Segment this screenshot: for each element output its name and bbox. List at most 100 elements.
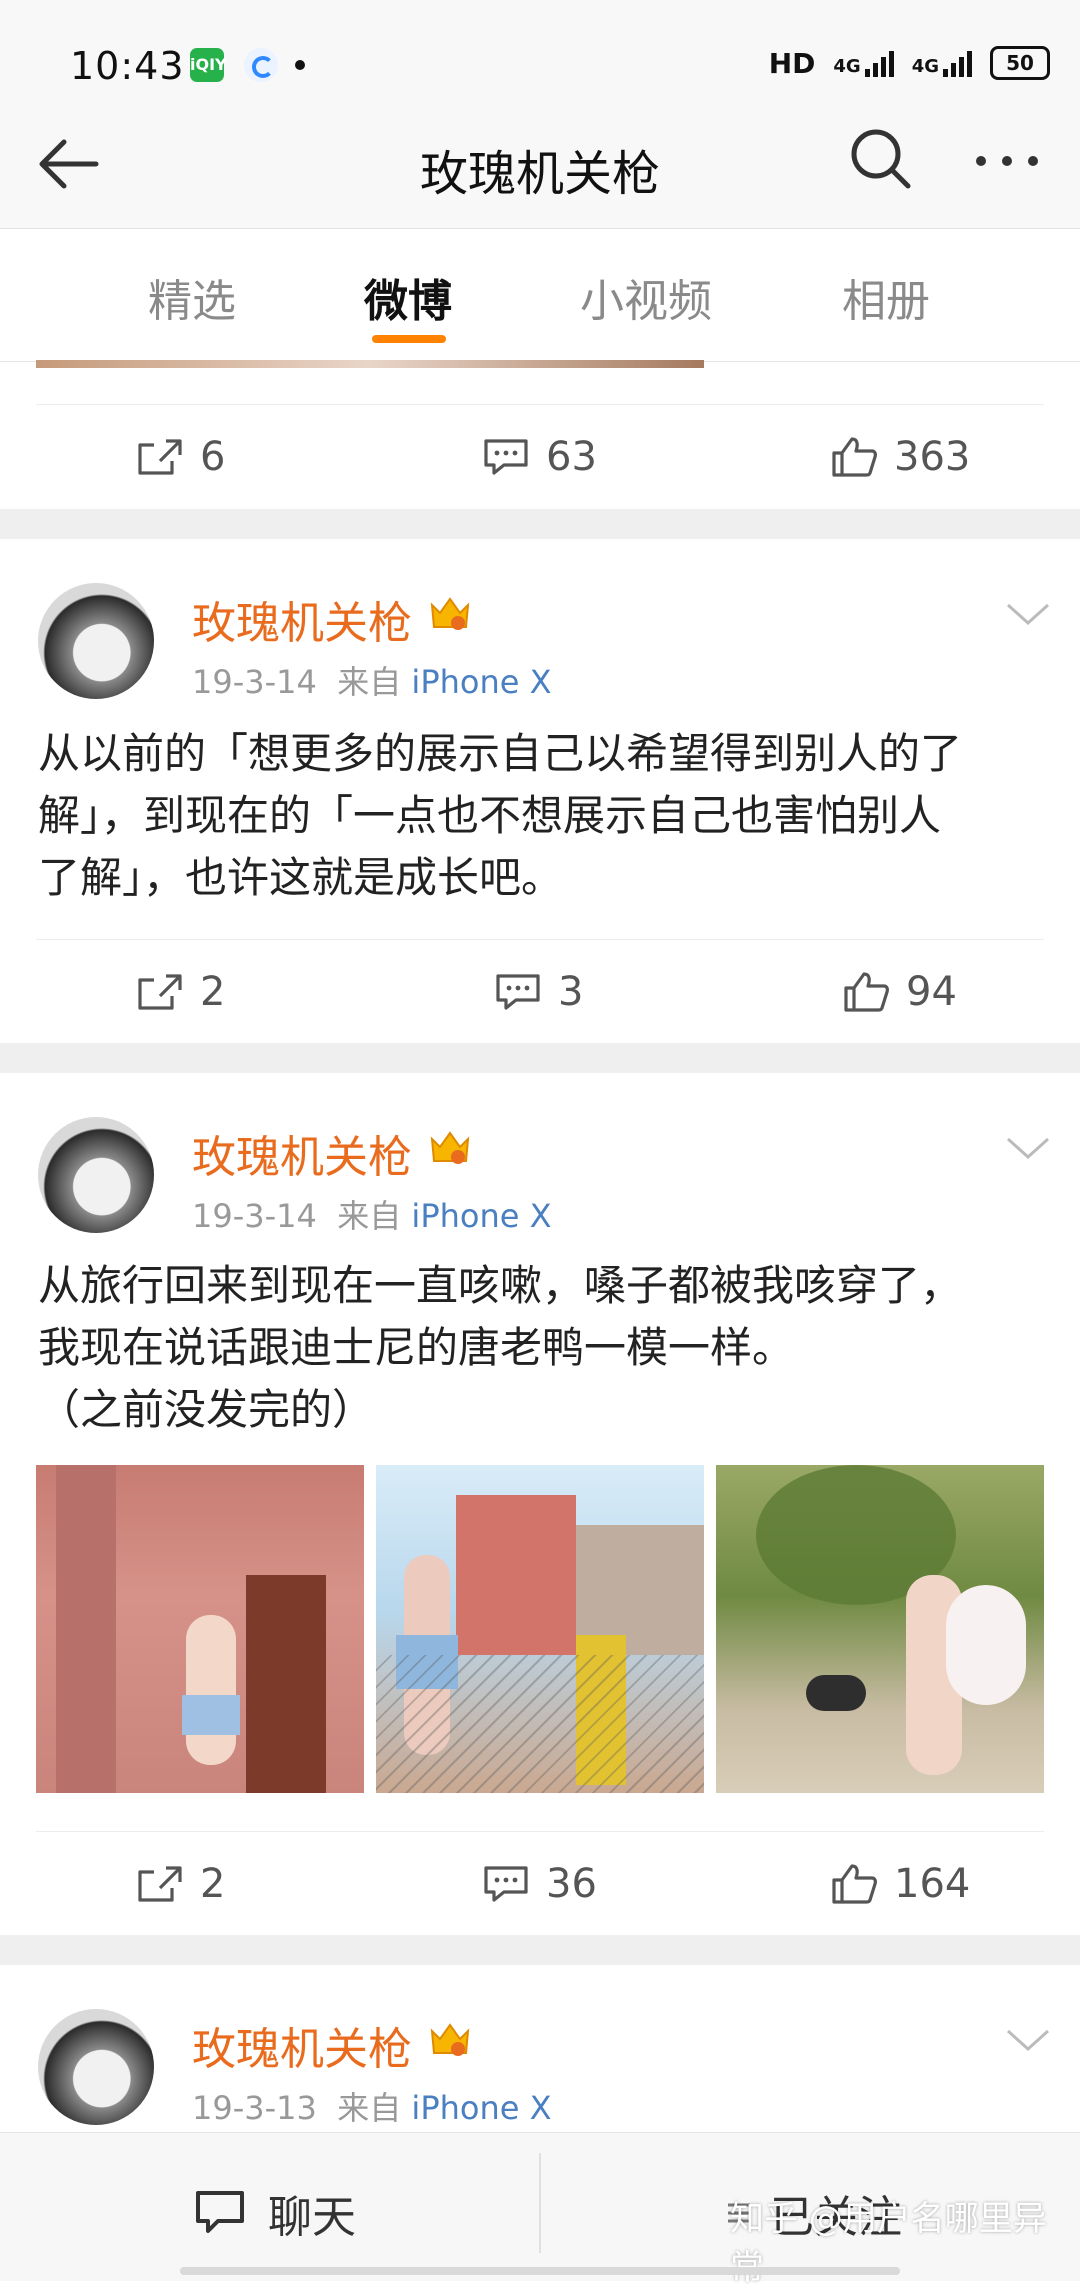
comment-count: 36 bbox=[546, 1861, 597, 1907]
comment-icon bbox=[484, 439, 528, 475]
comment-icon bbox=[484, 1866, 528, 1902]
like-button[interactable]: 363 bbox=[830, 405, 970, 509]
avatar[interactable] bbox=[38, 2009, 154, 2125]
vip-crown-icon bbox=[430, 2023, 470, 2056]
search-icon[interactable] bbox=[846, 124, 916, 194]
repost-icon bbox=[138, 1866, 182, 1902]
vip-crown-icon bbox=[430, 597, 470, 630]
comment-button[interactable]: 63 bbox=[482, 405, 597, 509]
status-time: 10:43 bbox=[70, 44, 185, 88]
tab-weibo[interactable]: 微博 bbox=[364, 265, 452, 329]
post-card[interactable]: 玫瑰机关枪 19-3-14 来自 iPhone X 从旅行回来到现在一直咳嗽，嗓… bbox=[0, 1073, 1080, 1935]
author-name[interactable]: 玫瑰机关枪 bbox=[192, 1121, 412, 1185]
like-icon bbox=[832, 437, 877, 477]
like-icon bbox=[832, 1864, 877, 1904]
repost-button[interactable]: 2 bbox=[136, 940, 225, 1044]
photo-grid bbox=[36, 1465, 1044, 1793]
author-name[interactable]: 玫瑰机关枪 bbox=[192, 2013, 412, 2077]
hd-label: HD bbox=[768, 46, 816, 80]
like-count: 94 bbox=[906, 969, 957, 1015]
source-label: 来自 bbox=[337, 1197, 402, 1235]
chevron-down-icon[interactable] bbox=[1006, 603, 1050, 627]
signal-1-icon: 4G bbox=[833, 49, 894, 77]
status-indicators: HD 4G 4G 50 bbox=[769, 46, 1050, 80]
top-app-bar: 玫瑰机关枪 bbox=[0, 100, 1080, 229]
post-separator bbox=[0, 509, 1080, 539]
previous-post-image-edge bbox=[36, 360, 704, 368]
post-date: 19-3-14 bbox=[192, 663, 317, 701]
post-photo[interactable] bbox=[376, 1465, 704, 1793]
like-count: 164 bbox=[894, 1861, 971, 1907]
post-text: 从旅行回来到现在一直咳嗽，嗓子都被我咳穿了， 我现在说话跟迪士尼的唐老鸭一模一样… bbox=[38, 1255, 1042, 1441]
divider bbox=[539, 2153, 541, 2253]
post-text-line: 从以前的「想更多的展示自己以希望得到别人的了 bbox=[38, 729, 963, 778]
signal-1-label: 4G bbox=[833, 56, 861, 77]
tab-short-video[interactable]: 小视频 bbox=[580, 265, 712, 329]
iqiyi-app-icon: iQIY bbox=[190, 48, 227, 82]
like-button[interactable]: 94 bbox=[842, 940, 957, 1044]
like-icon bbox=[844, 972, 889, 1012]
post-text-line: 了解」，也许这就是成长吧。 bbox=[38, 853, 564, 902]
chat-label: 聊天 bbox=[268, 2192, 356, 2243]
repost-count: 2 bbox=[200, 969, 226, 1015]
browser-app-icon bbox=[244, 48, 278, 82]
post-photo[interactable] bbox=[36, 1465, 364, 1793]
repost-count: 2 bbox=[200, 1861, 226, 1907]
post-meta: 19-3-13 来自 iPhone X bbox=[192, 2083, 552, 2129]
post-meta: 19-3-14 来自 iPhone X bbox=[192, 1191, 552, 1237]
more-options-icon[interactable] bbox=[972, 156, 1044, 170]
tab-album[interactable]: 相册 bbox=[842, 265, 930, 329]
avatar[interactable] bbox=[38, 1117, 154, 1233]
repost-icon bbox=[138, 439, 182, 475]
bottom-action-bar: 聊天 已关注 知乎 @用户名哪里异常 bbox=[0, 2132, 1080, 2288]
author-name[interactable]: 玫瑰机关枪 bbox=[192, 587, 412, 651]
device-link[interactable]: iPhone X bbox=[411, 1197, 551, 1235]
source-label: 来自 bbox=[337, 2089, 402, 2127]
comment-button[interactable]: 3 bbox=[494, 940, 583, 1044]
post-photo[interactable] bbox=[716, 1465, 1044, 1793]
chevron-down-icon[interactable] bbox=[1006, 2029, 1050, 2053]
post-text-line: 从旅行回来到现在一直咳嗽，嗓子都被我咳穿了， bbox=[38, 1261, 963, 1310]
source-label: 来自 bbox=[337, 663, 402, 701]
signal-2-label: 4G bbox=[911, 56, 939, 77]
chevron-down-icon[interactable] bbox=[1006, 1137, 1050, 1161]
signal-2-icon: 4G bbox=[912, 49, 972, 77]
repost-button[interactable]: 2 bbox=[136, 1832, 225, 1936]
post-text-line: 解」，到现在的「一点也不想展示自己也害怕别人 bbox=[38, 791, 942, 840]
active-tab-indicator bbox=[372, 335, 446, 343]
chat-button[interactable]: 聊天 bbox=[194, 2181, 356, 2245]
notification-dot-icon bbox=[295, 60, 305, 70]
post-date: 19-3-14 bbox=[192, 1197, 317, 1235]
post-card[interactable]: 玫瑰机关枪 19-3-14 来自 iPhone X 从以前的「想更多的展示自己以… bbox=[0, 539, 1080, 1043]
profile-tabs: 精选 微博 小视频 相册 bbox=[0, 229, 1080, 362]
post-actions: 6 63 363 bbox=[36, 404, 1044, 509]
battery-icon: 50 bbox=[990, 46, 1050, 80]
post-actions: 2 36 164 bbox=[36, 1831, 1044, 1936]
home-indicator bbox=[180, 2267, 900, 2275]
chat-icon bbox=[196, 2191, 244, 2233]
tab-featured[interactable]: 精选 bbox=[148, 265, 236, 329]
post-text-line: 我现在说话跟迪士尼的唐老鸭一模一样。 bbox=[38, 1323, 795, 1372]
like-button[interactable]: 164 bbox=[830, 1832, 970, 1936]
comment-count: 3 bbox=[558, 969, 584, 1015]
repost-icon bbox=[138, 974, 182, 1010]
repost-button[interactable]: 6 bbox=[136, 405, 225, 509]
comment-count: 63 bbox=[546, 434, 597, 480]
post-separator bbox=[0, 1043, 1080, 1073]
post-text-line: （之前没发完的） bbox=[38, 1385, 375, 1434]
comment-button[interactable]: 36 bbox=[482, 1832, 597, 1936]
post-actions: 2 3 94 bbox=[36, 939, 1044, 1044]
device-link[interactable]: iPhone X bbox=[411, 663, 551, 701]
avatar[interactable] bbox=[38, 583, 154, 699]
comment-icon bbox=[496, 974, 540, 1010]
post-text: 从以前的「想更多的展示自己以希望得到别人的了 解」，到现在的「一点也不想展示自己… bbox=[38, 723, 1042, 909]
vip-crown-icon bbox=[430, 1131, 470, 1164]
post-meta: 19-3-14 来自 iPhone X bbox=[192, 657, 552, 703]
feed: 6 63 363 玫瑰机关枪 19-3-14 来自 iPhone X 从以前的「… bbox=[0, 360, 1080, 2165]
post-date: 19-3-13 bbox=[192, 2089, 317, 2127]
device-link[interactable]: iPhone X bbox=[411, 2089, 551, 2127]
page-title: 玫瑰机关枪 bbox=[419, 146, 660, 202]
repost-count: 6 bbox=[200, 434, 226, 480]
like-count: 363 bbox=[894, 434, 971, 480]
post-separator bbox=[0, 1935, 1080, 1965]
